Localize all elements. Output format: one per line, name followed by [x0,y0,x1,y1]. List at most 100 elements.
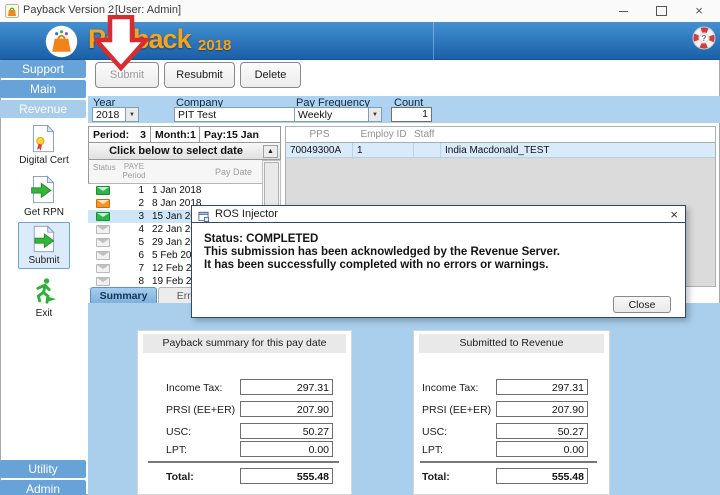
sidebar-tab-support[interactable]: Support [0,60,86,78]
brand-year: 2018 [198,37,231,54]
dialog-close-icon[interactable]: × [670,207,678,222]
ros-injector-dialog: ROS Injector × Status: COMPLETED This su… [191,205,686,318]
date-list-titlebar: Click below to select date [88,143,281,160]
payback-summary-box: Payback summary for this pay date Income… [137,330,352,495]
status-unsent-icon [96,238,110,247]
tab-summary[interactable]: Summary [90,287,157,303]
digital-cert-label: Digital Cert [0,155,88,166]
get-rpn-label: Get RPN [0,207,88,218]
scroll-up-icon[interactable]: ▲ [263,145,278,158]
dialog-message-2: It has been successfully completed with … [204,259,548,271]
resubmit-button[interactable]: Resubmit [164,62,235,88]
lpt-label: LPT: [422,444,443,456]
chevron-down-icon[interactable]: ▼ [368,108,381,121]
year-select[interactable]: 2018 ▼ [92,107,139,122]
paye-period: 2 [118,198,148,209]
pay-cell: Pay: 15 Jan 2018 [200,127,280,142]
employee-row[interactable]: 70049300A 1 India Macdonald_TEST [286,143,715,158]
dialog-message-1: This submission has been acknowledged by… [204,246,560,258]
prsi-label: PRSI (EE+ER) [422,404,491,416]
payback-summary-title: Payback summary for this pay date [143,334,346,353]
pay-frequency-select[interactable]: Weekly ▼ [294,107,382,122]
month-value: 1 [190,129,196,142]
paye-period-column-header-1: PAYE [121,162,147,171]
company-value: PIT Test [178,109,216,121]
staff-column-header: Staff [414,127,454,142]
status-unsent-icon [96,277,110,286]
submit-tool-label: Submit [19,255,69,266]
income-tax-label: Income Tax: [166,382,222,394]
employ-id-column-header: Employ ID [353,127,414,142]
usc-value: 50.27 [496,423,588,439]
count-field[interactable]: 1 [391,107,432,122]
status-sent-icon [96,186,110,195]
pay-date: 1 Jan 2018 [148,185,202,196]
month-cell: Month: 1 [151,127,200,142]
minimize-icon [619,11,628,12]
usc-label: USC: [166,426,191,438]
status-unsent-icon [96,264,110,273]
status-column-header: Status [93,163,116,172]
income-tax-value: 297.31 [496,379,588,395]
month-label: Month: [155,129,190,142]
sidebar-tab-admin[interactable]: Admin [0,480,86,495]
dialog-close-button[interactable]: Close [613,296,671,313]
get-rpn-icon[interactable] [29,174,57,210]
dialog-form-icon [198,209,209,227]
total-value: 555.48 [240,468,333,484]
lpt-value: 0.00 [496,441,588,457]
total-separator [148,461,339,463]
total-separator [420,461,597,463]
submitted-to-revenue-box: Submitted to Revenue Income Tax: 297.31 … [413,330,610,495]
lpt-label: LPT: [166,444,187,456]
pay-date-row[interactable]: 1 1 Jan 2018 [88,184,262,198]
usc-label: USC: [422,426,447,438]
payback-app-window: Payback Version 2 [User: Admin] × Paybac… [0,0,720,495]
header-divider [433,22,434,60]
chevron-down-icon[interactable]: ▼ [125,108,138,121]
maximize-icon [656,6,667,16]
total-label: Total: [166,471,194,483]
paye-period: 5 [118,237,148,248]
scrollbar-thumb[interactable] [264,162,279,208]
delete-button[interactable]: Delete [240,62,301,88]
paye-period: 4 [118,224,148,235]
maximize-button[interactable] [646,0,676,22]
pay-label: Pay: [204,129,226,142]
paye-period-column-header-2: Period [121,171,147,180]
sidebar-tab-utility[interactable]: Utility [0,460,86,478]
paye-period: 7 [118,263,148,274]
submitted-to-revenue-title: Submitted to Revenue [419,334,604,353]
dialog-status: Status: COMPLETED [204,233,318,245]
dialog-title: ROS Injector [215,208,278,220]
help-icon[interactable]: ? [691,25,717,56]
employee-name: India Macdonald_TEST [441,143,715,157]
help-question-glyph: ? [702,34,707,43]
sidebar-tab-revenue[interactable]: Revenue [0,100,86,118]
paye-period: 3 [118,211,148,222]
status-unsent-icon [96,251,110,260]
exit-label: Exit [0,308,88,319]
date-list-header: Status PAYE Period Pay Date [88,160,262,184]
paye-period: 6 [118,250,148,261]
minimize-button[interactable] [608,0,638,22]
digital-cert-icon[interactable] [29,123,57,159]
period-cell: Period: 3 [89,127,151,142]
submit-tool-selected[interactable]: Submit [18,222,70,269]
close-button[interactable]: × [684,0,714,22]
sidebar-tab-main[interactable]: Main [0,80,86,98]
employee-id: 1 [353,143,414,157]
prsi-label: PRSI (EE+ER) [166,404,235,416]
employee-staff [414,143,441,157]
exit-icon[interactable] [31,276,57,310]
prsi-value: 207.90 [240,401,333,417]
income-tax-value: 297.31 [240,379,333,395]
year-value: 2018 [96,109,119,121]
total-label: Total: [422,471,450,483]
pay-date-value: 15 Jan 2018 [226,129,276,142]
prsi-value: 207.90 [496,401,588,417]
employee-grid-header: PPS Employ ID Staff [286,127,715,143]
payback-logo-icon [45,25,78,63]
submit-tool-icon [30,224,57,259]
pps-column-header: PPS [286,127,353,142]
